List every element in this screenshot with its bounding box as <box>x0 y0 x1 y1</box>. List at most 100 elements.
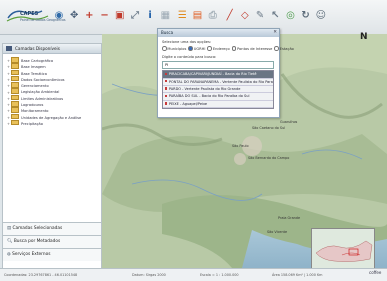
status-area: Área 158.069 Km² | 1.000 Km <box>272 273 323 277</box>
search-type-label: Municípios <box>167 47 187 52</box>
user-icon[interactable]: ☺ <box>314 9 328 23</box>
result-marker-icon <box>165 87 168 90</box>
search-result-item[interactable]: PONTAL DO PARANAPANEMA - Vertente Paulis… <box>163 78 273 86</box>
search-result-text: PARAÍBA DO SUL - Bacia do Rio Paraíba do… <box>168 94 250 99</box>
zoom-extent-icon[interactable]: ⤢ <box>128 9 142 23</box>
status-coordinates: Coordenadas: 23.29767861 - 46.01101548 <box>4 273 78 277</box>
search-type-option[interactable]: UGRHI <box>188 46 206 52</box>
legend-icon[interactable]: ☰ <box>175 9 189 23</box>
inset-graphic <box>312 229 374 271</box>
search-result-item[interactable]: PARDO - Vertente Paulista do Rio Grande <box>163 85 273 94</box>
search-dialog-title: Busca <box>161 30 174 35</box>
search-type-option[interactable]: Endereço <box>207 46 230 52</box>
search-type-label: Endereço <box>212 47 230 52</box>
expand-icon[interactable]: + <box>7 121 10 127</box>
radio-button[interactable] <box>162 46 167 51</box>
close-icon[interactable]: ✕ <box>273 29 277 37</box>
folder-icon <box>11 101 19 107</box>
search-type-option[interactable]: Estação <box>274 46 294 52</box>
map-town-label: São Caetano do Sul <box>252 126 286 130</box>
search-result-item[interactable]: PIRACICABA/CAPIVARI/JUNDIAÍ - Bacia do R… <box>163 71 273 79</box>
search-input[interactable]: PI <box>162 61 274 70</box>
pointer-icon[interactable]: ↖ <box>268 9 282 23</box>
radio-button[interactable] <box>231 46 237 51</box>
search-result-item[interactable]: PEIXE - Aguapeí/Peixe <box>163 100 273 109</box>
status-scale: Escala = 1 : 1.000.000 <box>200 273 239 277</box>
globe-icon[interactable]: ◉ <box>52 9 66 23</box>
sidebar-button[interactable]: ◍ Serviços Externos <box>3 248 101 261</box>
result-marker-icon <box>165 102 168 105</box>
brand-logo: coffee <box>369 270 382 275</box>
search-type-label: Estação <box>279 47 294 52</box>
layer-group-label: Precipitação <box>21 122 43 127</box>
folder-icon <box>11 63 19 69</box>
radio-button[interactable] <box>207 46 213 51</box>
result-marker-icon <box>165 94 168 98</box>
layers-sidebar: Camadas Disponíveis + Base Cartográfica + B… <box>2 43 102 270</box>
layers-panel-title: Camadas Disponíveis <box>15 46 60 51</box>
sidebar-button-label: Serviços Externos <box>12 252 51 257</box>
folder-icon <box>11 113 19 120</box>
search-type-option[interactable]: Pontos de Interesse <box>231 46 273 52</box>
tool-group: ◉ ✥ + − ▣ ⤢ i ▦ ☰ ▤ ⎙ ╱ ◇ ✎ ↖ ◎ ↻ ☺ <box>52 9 329 27</box>
north-arrow-icon: N <box>360 32 368 42</box>
info-icon[interactable]: i <box>143 9 157 23</box>
search-result-text: PARDO - Vertente Paulista do Rio Grande <box>168 86 241 91</box>
search-icon: 🔍︎ <box>7 239 14 244</box>
sidebar-button[interactable]: 🔍︎ Busca por Metadados <box>3 235 101 248</box>
sidebar-buttons: ▤ Camadas Selecionadas 🔍︎ Busca por Metad… <box>3 222 101 261</box>
radio-button[interactable] <box>188 46 193 51</box>
result-marker-icon <box>165 72 168 76</box>
folder-icon <box>11 69 19 76</box>
draw-icon[interactable]: ✎ <box>253 9 267 23</box>
search-instruction: Selecione uma das opções: <box>162 40 212 44</box>
folder-icon <box>11 119 19 126</box>
layers-panel-header[interactable]: Camadas Disponíveis <box>3 44 101 54</box>
map-town-label: São Paulo <box>232 144 249 148</box>
map-town-label: Praia Grande <box>278 216 301 220</box>
layers-icon[interactable]: ▤ <box>191 9 205 23</box>
search-dialog: Busca ✕ Selecione uma das opções: Municí… <box>157 28 294 118</box>
folder-icon <box>11 107 19 113</box>
map-town-label: São Bernardo do Campo <box>248 156 290 160</box>
zoom-out-icon[interactable]: − <box>98 9 112 23</box>
search-result-text: PIRACICABA/CAPIVARI/JUNDIAÍ - Bacia do R… <box>168 72 257 77</box>
result-marker-icon <box>165 80 168 83</box>
search-results-list: PIRACICABA/CAPIVARI/JUNDIAÍ - Bacia do R… <box>162 70 274 110</box>
sidebar-button[interactable]: ▤ Camadas Selecionadas <box>3 222 101 235</box>
sidebar-button-label: Camadas Selecionadas <box>12 226 63 231</box>
map-town-label: São Vicente <box>267 230 288 234</box>
folder-icon <box>11 94 19 101</box>
print-icon[interactable]: ⎙ <box>206 9 220 23</box>
search-dialog-titlebar[interactable]: Busca ✕ <box>158 29 279 37</box>
search-type-options: Municípios UGRHI Endereço Pontos de Interes… <box>162 46 294 52</box>
pan-icon[interactable]: ✥ <box>67 9 81 23</box>
logo-title: CAPES <box>20 11 39 17</box>
folder-icon <box>11 57 19 63</box>
search-result-item[interactable]: PARAÍBA DO SUL - Bacia do Rio Paraíba do… <box>163 93 273 101</box>
search-type-label: UGRHI <box>193 47 206 52</box>
search-type-label: Pontos de Interesse <box>237 47 273 52</box>
refresh-icon[interactable]: ↻ <box>299 9 313 23</box>
zoom-in-icon[interactable]: + <box>82 9 96 23</box>
table-icon[interactable]: ▦ <box>158 9 172 23</box>
zoom-box-icon[interactable]: ▣ <box>113 9 127 23</box>
identify-icon[interactable]: ◎ <box>283 9 297 23</box>
search-result-text: PEIXE - Aguapeí/Peixe <box>168 101 208 106</box>
radio-button[interactable] <box>274 46 279 51</box>
measure-line-icon[interactable]: ╱ <box>223 9 237 23</box>
layer-tree: + Base Cartográfica + Base Imagem + Base Temá… <box>3 54 101 126</box>
layers-panel-icon <box>6 46 12 51</box>
status-bar: Coordenadas: 23.29767861 - 46.01101548 D… <box>0 268 387 281</box>
folder-icon <box>11 88 19 94</box>
sidebar-button-label: Busca por Metadados <box>13 239 61 244</box>
overview-inset-map[interactable] <box>311 228 375 272</box>
measure-area-icon[interactable]: ◇ <box>238 9 252 23</box>
search-prompt: Digite o conteúdo para busca: <box>162 55 217 60</box>
map-town-label: Guarulhos <box>280 120 298 124</box>
search-type-option[interactable]: Municípios <box>162 46 187 52</box>
layer-group-item[interactable]: + Precipitação <box>3 119 101 127</box>
search-result-text: PONTAL DO PARANAPANEMA - Vertente Paulis… <box>168 79 273 84</box>
folder-icon <box>11 82 19 88</box>
status-datum: Datum: Sirgas 2000 <box>132 273 166 277</box>
